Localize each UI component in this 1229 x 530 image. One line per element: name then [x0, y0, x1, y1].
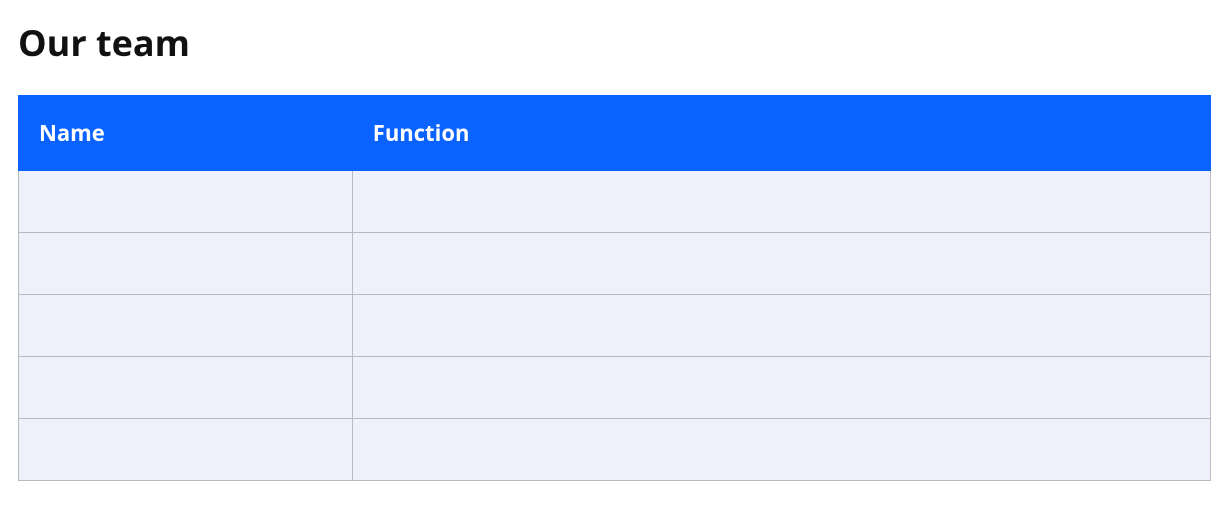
table-header-row: Name Function	[19, 96, 1211, 171]
cell-name	[19, 357, 353, 419]
cell-function	[352, 171, 1210, 233]
cell-name	[19, 295, 353, 357]
column-header-name: Name	[19, 96, 353, 171]
cell-function	[352, 357, 1210, 419]
cell-name	[19, 419, 353, 481]
cell-name	[19, 233, 353, 295]
cell-function	[352, 295, 1210, 357]
table-row	[19, 233, 1211, 295]
table-row	[19, 419, 1211, 481]
cell-name	[19, 171, 353, 233]
page-title: Our team	[18, 18, 1211, 67]
team-table: Name Function	[18, 95, 1211, 481]
table-row	[19, 357, 1211, 419]
table-row	[19, 171, 1211, 233]
cell-function	[352, 233, 1210, 295]
cell-function	[352, 419, 1210, 481]
table-row	[19, 295, 1211, 357]
column-header-function: Function	[352, 96, 1210, 171]
